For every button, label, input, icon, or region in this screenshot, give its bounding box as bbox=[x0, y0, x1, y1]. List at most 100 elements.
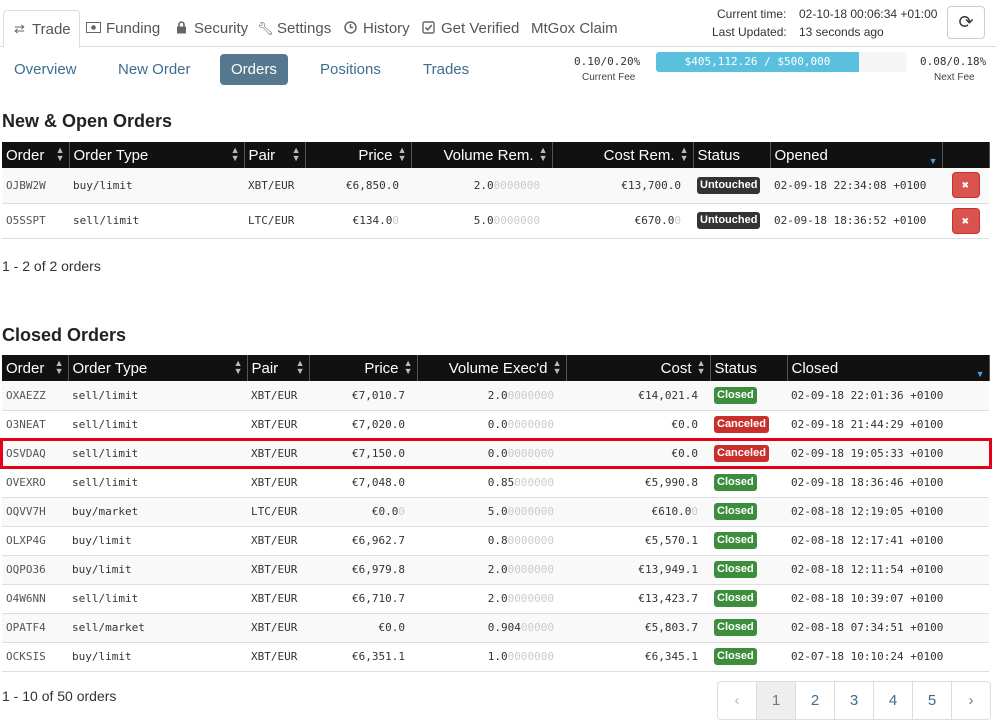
order-id[interactable]: OJBW2W bbox=[2, 168, 69, 204]
order-id[interactable]: O5SSPT bbox=[2, 203, 69, 239]
price: €6,850.0 bbox=[305, 168, 411, 204]
subnav-label: Trades bbox=[423, 61, 470, 78]
table-row: OPATF4 sell/market XBT/EUR €0.0 0.90400000 €5… bbox=[2, 613, 989, 643]
order-id-text: OQPO36 bbox=[6, 563, 46, 576]
price: €7,020.0 bbox=[309, 410, 417, 440]
volume-executed-text: 5.0 bbox=[487, 505, 508, 518]
subnav-label: Overview bbox=[14, 61, 77, 78]
subnav-new-order[interactable]: New Order bbox=[118, 54, 191, 85]
volume-remaining-padding: 0000000 bbox=[493, 214, 540, 227]
price-text: €6,850.0 bbox=[346, 178, 399, 192]
volume-executed: 2.00000000 bbox=[417, 584, 566, 614]
col-header-pair[interactable]: Pair ▲ ▼ bbox=[247, 355, 310, 381]
volume-executed-text: 1.0 bbox=[487, 650, 508, 663]
col-header-order[interactable]: Order ▲ ▼ bbox=[2, 142, 70, 168]
order-id[interactable]: OPATF4 bbox=[2, 613, 68, 643]
pagination-page-4[interactable]: 4 bbox=[873, 681, 913, 720]
order-type: sell/limit bbox=[68, 468, 247, 498]
volume-executed-padding: 0000000 bbox=[507, 505, 554, 518]
col-header-order-type[interactable]: Order Type ▲ ▼ bbox=[68, 355, 248, 381]
price: €6,351.1 bbox=[309, 642, 417, 672]
tab-settings[interactable]: 🔧︎ Settings bbox=[257, 10, 331, 47]
pagination-page-3[interactable]: 3 bbox=[834, 681, 874, 720]
closed-time-text: 02-09-18 18:36:46 +0100 bbox=[791, 476, 944, 489]
col-header-cost[interactable]: Cost Rem. ▲ ▼ bbox=[552, 142, 694, 168]
check-square-icon bbox=[421, 20, 436, 37]
status-cell: Closed bbox=[710, 381, 787, 411]
col-header-closed[interactable]: Closed ▼ bbox=[787, 355, 990, 381]
col-header-price[interactable]: Price ▲ ▼ bbox=[305, 142, 412, 168]
closed-orders-title: Closed Orders bbox=[2, 325, 127, 345]
status-badge: Closed bbox=[714, 561, 757, 578]
col-header-pair[interactable]: Pair ▲ ▼ bbox=[244, 142, 306, 168]
table-row: OVEXRO sell/limit XBT/EUR €7,048.0 0.8500000… bbox=[2, 468, 989, 498]
opened-time-text: 02-09-18 18:36:52 +0100 bbox=[774, 214, 927, 227]
price: €0.00 bbox=[309, 497, 417, 527]
order-type: buy/limit bbox=[68, 555, 247, 585]
col-header-order[interactable]: Order ▲ ▼ bbox=[2, 355, 69, 381]
pair: XBT/EUR bbox=[244, 168, 305, 204]
col-header-cost[interactable]: Cost ▲ ▼ bbox=[566, 355, 711, 381]
col-header-order-type[interactable]: Order Type ▲ ▼ bbox=[69, 142, 245, 168]
cancel-order-button[interactable]: ✖ bbox=[951, 207, 980, 234]
price: €6,710.7 bbox=[309, 584, 417, 614]
pair-text: LTC/EUR bbox=[251, 505, 298, 518]
tab-get-verified[interactable]: Get Verified bbox=[421, 10, 519, 47]
order-type: sell/limit bbox=[69, 203, 244, 239]
tab-history[interactable]: History bbox=[343, 10, 410, 47]
tab-label: Trade bbox=[32, 20, 71, 38]
closed-time: 02-09-18 22:01:36 +0100 bbox=[787, 381, 989, 411]
volume-executed-padding: 000000 bbox=[514, 476, 554, 489]
col-header-opened[interactable]: Opened ▼ bbox=[770, 142, 943, 168]
pair-text: XBT/EUR bbox=[251, 476, 298, 489]
refresh-button[interactable]: ⟳ bbox=[947, 6, 985, 39]
status-badge: Closed bbox=[714, 532, 757, 549]
order-id[interactable]: OXAEZZ bbox=[2, 381, 68, 411]
order-id[interactable]: OQVV7H bbox=[2, 497, 68, 527]
volume-remaining-text: 5.0 bbox=[473, 214, 494, 227]
pagination-page-5[interactable]: 5 bbox=[912, 681, 952, 720]
price: €6,979.8 bbox=[309, 555, 417, 585]
pair-text: XBT/EUR bbox=[251, 592, 298, 605]
subnav-trades[interactable]: Trades bbox=[423, 54, 469, 85]
pagination-page-1[interactable]: 1 bbox=[756, 681, 796, 720]
pagination-page-2[interactable]: 2 bbox=[795, 681, 835, 720]
col-header-volume-execd[interactable]: Volume Exec'd ▲ ▼ bbox=[417, 355, 567, 381]
closed-time-text: 02-07-18 10:10:24 +0100 bbox=[791, 650, 944, 663]
price: €7,048.0 bbox=[309, 468, 417, 498]
status-badge: Untouched bbox=[697, 212, 761, 229]
tab-security[interactable]: Security bbox=[174, 10, 248, 47]
cost: €5,803.7 bbox=[566, 613, 710, 643]
subnav-orders[interactable]: Orders bbox=[220, 54, 288, 85]
status-cell: Closed bbox=[710, 613, 787, 643]
col-header-status[interactable]: Status bbox=[693, 142, 771, 168]
tab-trade[interactable]: ⇄ Trade bbox=[3, 10, 80, 48]
col-header-volume[interactable]: Volume Rem. ▲ ▼ bbox=[411, 142, 553, 168]
pagination-prev[interactable]: ‹ bbox=[717, 681, 757, 720]
col-header-price[interactable]: Price ▲ ▼ bbox=[309, 355, 418, 381]
col-header-status[interactable]: Status bbox=[710, 355, 788, 381]
pair: XBT/EUR bbox=[247, 584, 309, 614]
volume-executed-text: 2.0 bbox=[487, 563, 508, 576]
price-text: €7,010.7 bbox=[352, 388, 405, 402]
closed-time-text: 02-08-18 07:34:51 +0100 bbox=[791, 621, 944, 634]
order-id[interactable]: OCKSIS bbox=[2, 642, 68, 672]
pagination-next[interactable]: › bbox=[951, 681, 991, 720]
order-id[interactable]: OQPO36 bbox=[2, 555, 68, 585]
order-id[interactable]: OLXP4G bbox=[2, 526, 68, 556]
pair-text: XBT/EUR bbox=[251, 650, 298, 663]
order-id[interactable]: O4W6NN bbox=[2, 584, 68, 614]
order-id-text: OXAEZZ bbox=[6, 388, 46, 402]
order-id[interactable]: OVEXRO bbox=[2, 468, 68, 498]
order-id-text: OCKSIS bbox=[6, 650, 46, 663]
cost-text: €610.0 bbox=[651, 505, 692, 518]
subnav-positions[interactable]: Positions bbox=[320, 54, 381, 85]
subnav-overview[interactable]: Overview bbox=[14, 54, 77, 85]
tab-funding[interactable]: Funding bbox=[86, 10, 160, 47]
cost-remaining-padding: 0 bbox=[674, 214, 681, 227]
order-id[interactable]: O3NEAT bbox=[2, 410, 68, 440]
cancel-order-button[interactable]: ✖ bbox=[951, 172, 980, 199]
cost: €0.0 bbox=[566, 410, 710, 440]
tab-mtgox-claim[interactable]: MtGox Claim bbox=[531, 10, 618, 47]
status-badge: Closed bbox=[714, 590, 757, 607]
